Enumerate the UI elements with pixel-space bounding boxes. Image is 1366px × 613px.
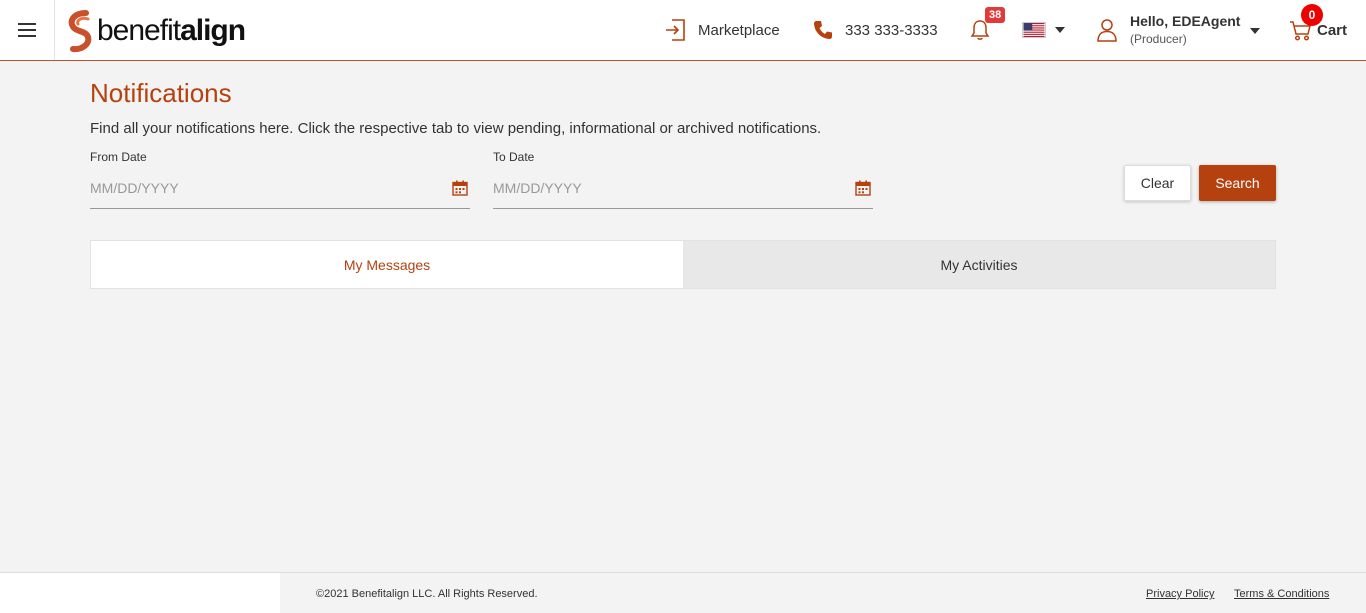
chevron-down-icon <box>1055 27 1065 33</box>
user-menu[interactable]: Hello, EDEAgent (Producer) <box>1096 0 1261 60</box>
from-date-input-wrapper <box>90 176 470 209</box>
notifications-badge: 38 <box>985 7 1006 23</box>
to-date-label: To Date <box>493 150 535 164</box>
notifications-button[interactable]: 38 <box>970 0 1010 60</box>
user-greeting: Hello, EDEAgent <box>1130 13 1241 30</box>
calendar-icon[interactable] <box>452 180 468 196</box>
sign-in-icon <box>666 19 685 41</box>
chevron-down-icon <box>1250 28 1261 34</box>
phone-contact[interactable]: 333 333-3333 <box>813 0 938 60</box>
page-description: Find all your notifications here. Click … <box>90 120 822 137</box>
top-header: benefitalign Marketplace 333 333-3333 38 <box>0 0 1366 61</box>
user-info: Hello, EDEAgent (Producer) <box>1130 13 1240 46</box>
marketplace-label: Marketplace <box>698 21 780 39</box>
calendar-icon[interactable] <box>855 180 871 196</box>
user-icon <box>1097 19 1117 42</box>
to-date-input[interactable] <box>493 180 793 204</box>
phone-icon <box>814 21 832 39</box>
user-role: (Producer) <box>1130 32 1187 47</box>
menu-button[interactable] <box>0 0 55 60</box>
privacy-policy-link[interactable]: Privacy Policy <box>1146 588 1214 600</box>
phone-number: 333 333-3333 <box>845 21 938 39</box>
search-button[interactable]: Search <box>1199 165 1276 201</box>
from-date-field: From Date <box>90 150 470 209</box>
marketplace-link[interactable]: Marketplace <box>664 0 780 60</box>
tab-my-activities[interactable]: My Activities <box>683 241 1275 288</box>
logo-mark-icon <box>68 10 92 53</box>
from-date-input[interactable] <box>90 180 390 204</box>
cart-label: Cart <box>1317 21 1348 39</box>
notification-tabs: My Messages My Activities <box>90 240 1276 289</box>
terms-conditions-link[interactable]: Terms & Conditions <box>1234 588 1329 600</box>
clear-button[interactable]: Clear <box>1124 165 1191 201</box>
footer: ©2021 Benefitalign LLC. All Rights Reser… <box>0 572 1366 613</box>
footer-left-panel <box>0 573 280 613</box>
page-title: Notifications <box>90 78 232 108</box>
to-date-input-wrapper <box>493 176 873 209</box>
language-selector[interactable] <box>1022 0 1065 60</box>
us-flag-icon <box>1022 22 1046 38</box>
copyright-text: ©2021 Benefitalign LLC. All Rights Reser… <box>316 588 538 600</box>
brand-logo[interactable]: benefitalign <box>64 8 246 54</box>
cart-badge: 0 <box>1301 4 1323 26</box>
brand-name: benefitalign <box>97 14 246 47</box>
tab-my-messages[interactable]: My Messages <box>91 241 683 288</box>
cart-button[interactable]: 0 Cart <box>1289 0 1347 60</box>
menu-icon <box>18 23 36 37</box>
from-date-label: From Date <box>90 150 147 164</box>
to-date-field: To Date <box>493 150 873 209</box>
